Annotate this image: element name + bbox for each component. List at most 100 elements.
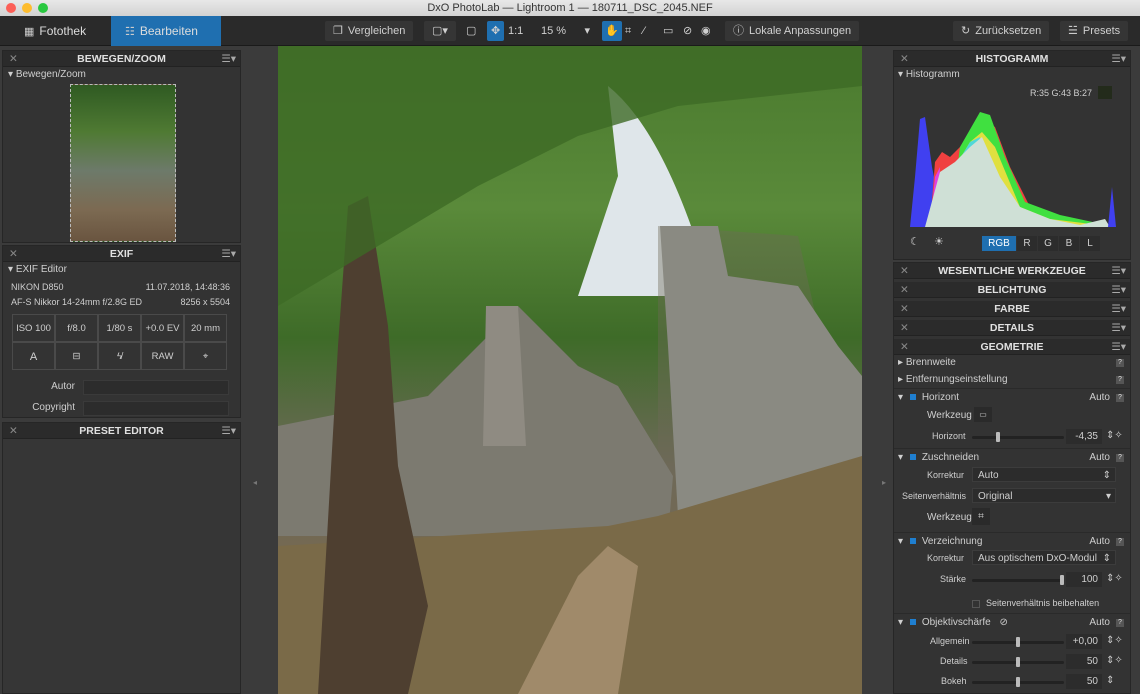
crop-tool-button[interactable]: ⌗	[972, 508, 990, 525]
enable-checkbox[interactable]	[909, 538, 916, 544]
close-icon[interactable]: ✕	[9, 246, 18, 262]
section-exposure[interactable]: ✕ BELICHTUNG ☰▾	[894, 282, 1130, 298]
menu-icon[interactable]: ☰▾	[1111, 263, 1126, 279]
channel-l[interactable]: L	[1080, 236, 1100, 251]
details-value[interactable]: 50	[1066, 654, 1102, 669]
auto-label[interactable]: Auto	[1089, 614, 1110, 632]
stepper-icon[interactable]: ⇕	[1106, 675, 1114, 686]
eyedropper-tool[interactable]: ⁄	[640, 21, 648, 41]
section-essential-tools[interactable]: ✕ WESENTLICHE WERKZEUGE ☰▾	[894, 263, 1130, 279]
channel-b[interactable]: B	[1059, 236, 1079, 251]
help-icon[interactable]: ?	[1116, 538, 1124, 546]
layout-dropdown[interactable]: ▢▾	[424, 21, 456, 41]
shadow-clipping-icon[interactable]: ☾	[910, 235, 920, 248]
channel-g[interactable]: G	[1038, 236, 1058, 251]
slider-knob[interactable]	[1016, 657, 1020, 667]
subsection-exif-editor[interactable]: ▾ EXIF Editor	[8, 264, 67, 275]
section-details[interactable]: ✕ DETAILS ☰▾	[894, 320, 1130, 336]
menu-icon[interactable]: ☰▾	[1111, 51, 1126, 67]
details-slider[interactable]	[972, 657, 1064, 667]
close-window-button[interactable]	[6, 3, 16, 13]
fit-button[interactable]: ▢	[463, 21, 480, 41]
help-icon[interactable]: ?	[1116, 454, 1124, 462]
author-field[interactable]	[83, 380, 229, 395]
auto-label[interactable]: Auto	[1089, 533, 1110, 551]
compare-button[interactable]: ❐ Vergleichen	[325, 21, 414, 41]
bokeh-slider[interactable]	[972, 677, 1064, 687]
channel-r[interactable]: R	[1017, 236, 1037, 251]
collapse-right-icon[interactable]: ▸	[882, 478, 886, 487]
subsection-verzeichnung[interactable]: ▾ Verzeichnung Auto?	[894, 532, 1130, 550]
menu-icon[interactable]: ☰▾	[1111, 339, 1126, 355]
highlight-clipping-icon[interactable]: ☀	[934, 235, 944, 248]
hand-tool[interactable]: ✋	[602, 21, 622, 41]
slider-knob[interactable]	[1060, 575, 1065, 585]
close-icon[interactable]: ✕	[900, 339, 909, 355]
help-icon[interactable]: ?	[1116, 394, 1124, 402]
horizon-tool[interactable]: ▭	[660, 21, 677, 41]
close-icon[interactable]: ✕	[900, 263, 909, 279]
enable-checkbox[interactable]	[909, 619, 916, 625]
help-icon[interactable]: ?	[1116, 359, 1124, 367]
enable-checkbox[interactable]	[909, 454, 916, 460]
photo-canvas[interactable]	[278, 46, 862, 694]
close-icon[interactable]: ✕	[9, 423, 18, 439]
subsection-objektivschaerfe[interactable]: ▾ Objektivschärfe ⊘ Auto?	[894, 613, 1130, 631]
bokeh-value[interactable]: 50	[1066, 674, 1102, 689]
copyright-field[interactable]	[83, 401, 229, 416]
horizon-slider[interactable]	[972, 432, 1064, 442]
help-icon[interactable]: ?	[1116, 619, 1124, 627]
redeye-tool[interactable]: ◉	[698, 21, 714, 41]
presets-button[interactable]: ☱ Presets	[1060, 21, 1129, 41]
eye-off-icon[interactable]: ⊘	[1000, 617, 1008, 628]
menu-icon[interactable]: ☰▾	[1111, 320, 1126, 336]
stepper-icon[interactable]: ⇕✧	[1106, 635, 1123, 646]
subsection-horizont[interactable]: ▾ Horizont Auto?	[894, 389, 1130, 407]
close-icon[interactable]: ✕	[9, 51, 18, 67]
zoom-window-button[interactable]	[38, 3, 48, 13]
general-slider[interactable]	[972, 637, 1064, 647]
stepper-icon[interactable]: ⇕✧	[1106, 430, 1123, 441]
crop-correction-select[interactable]: Auto ⇕	[972, 467, 1116, 482]
help-icon[interactable]: ?	[1116, 376, 1124, 384]
slider-knob[interactable]	[1016, 677, 1020, 687]
stepper-icon[interactable]: ⇕✧	[1106, 573, 1123, 584]
distortion-correction-select[interactable]: Aus optischem DxO-Modul ⇕	[972, 550, 1116, 565]
repair-tool[interactable]: ⊘	[680, 21, 696, 41]
slider-knob[interactable]	[1016, 637, 1020, 647]
one-to-one-button[interactable]: 1:1	[505, 21, 527, 41]
enable-checkbox[interactable]	[909, 394, 916, 400]
tab-fotothek[interactable]: ▦ Fotothek	[10, 16, 110, 46]
close-icon[interactable]: ✕	[900, 301, 909, 317]
section-color[interactable]: ✕ FARBE ☰▾	[894, 301, 1130, 317]
menu-icon[interactable]: ☰▾	[221, 246, 236, 262]
auto-label[interactable]: Auto	[1089, 389, 1110, 407]
minimize-window-button[interactable]	[22, 3, 32, 13]
subsection-entfernung[interactable]: ▸ Entfernungseinstellung?	[894, 371, 1130, 389]
subsection-histogram[interactable]: ▾ Histogramm	[898, 69, 960, 80]
reset-button[interactable]: ↻ Zurücksetzen	[953, 21, 1050, 41]
auto-label[interactable]: Auto	[1089, 449, 1110, 467]
menu-icon[interactable]: ☰▾	[221, 51, 236, 67]
slider-knob[interactable]	[995, 432, 1000, 442]
zoom-select[interactable]: 15 % ▾	[533, 21, 593, 41]
local-adjustments-button[interactable]: ⓘ Lokale Anpassungen	[725, 21, 860, 41]
subsection-move-zoom[interactable]: ▾ Bewegen/Zoom	[8, 69, 86, 80]
menu-icon[interactable]: ☰▾	[1111, 282, 1126, 298]
close-icon[interactable]: ✕	[900, 51, 909, 67]
crop-tool[interactable]: ⌗	[622, 21, 635, 41]
strength-slider[interactable]	[972, 575, 1065, 585]
menu-icon[interactable]: ☰▾	[221, 423, 236, 439]
channel-rgb[interactable]: RGB	[982, 236, 1016, 251]
menu-icon[interactable]: ☰▾	[1111, 301, 1126, 317]
close-icon[interactable]: ✕	[900, 320, 909, 336]
close-icon[interactable]: ✕	[900, 282, 909, 298]
section-geometry[interactable]: ✕ GEOMETRIE ☰▾	[894, 339, 1130, 355]
ratio-select[interactable]: Original ▾	[972, 488, 1116, 503]
horizon-tool-button[interactable]: ▭	[974, 407, 992, 422]
strength-value[interactable]: 100	[1066, 572, 1102, 587]
stepper-icon[interactable]: ⇕✧	[1106, 655, 1123, 666]
navigator-thumbnail[interactable]	[70, 84, 176, 242]
subsection-zuschneiden[interactable]: ▾ Zuschneiden Auto?	[894, 448, 1130, 466]
move-button[interactable]: ✥	[487, 21, 505, 41]
